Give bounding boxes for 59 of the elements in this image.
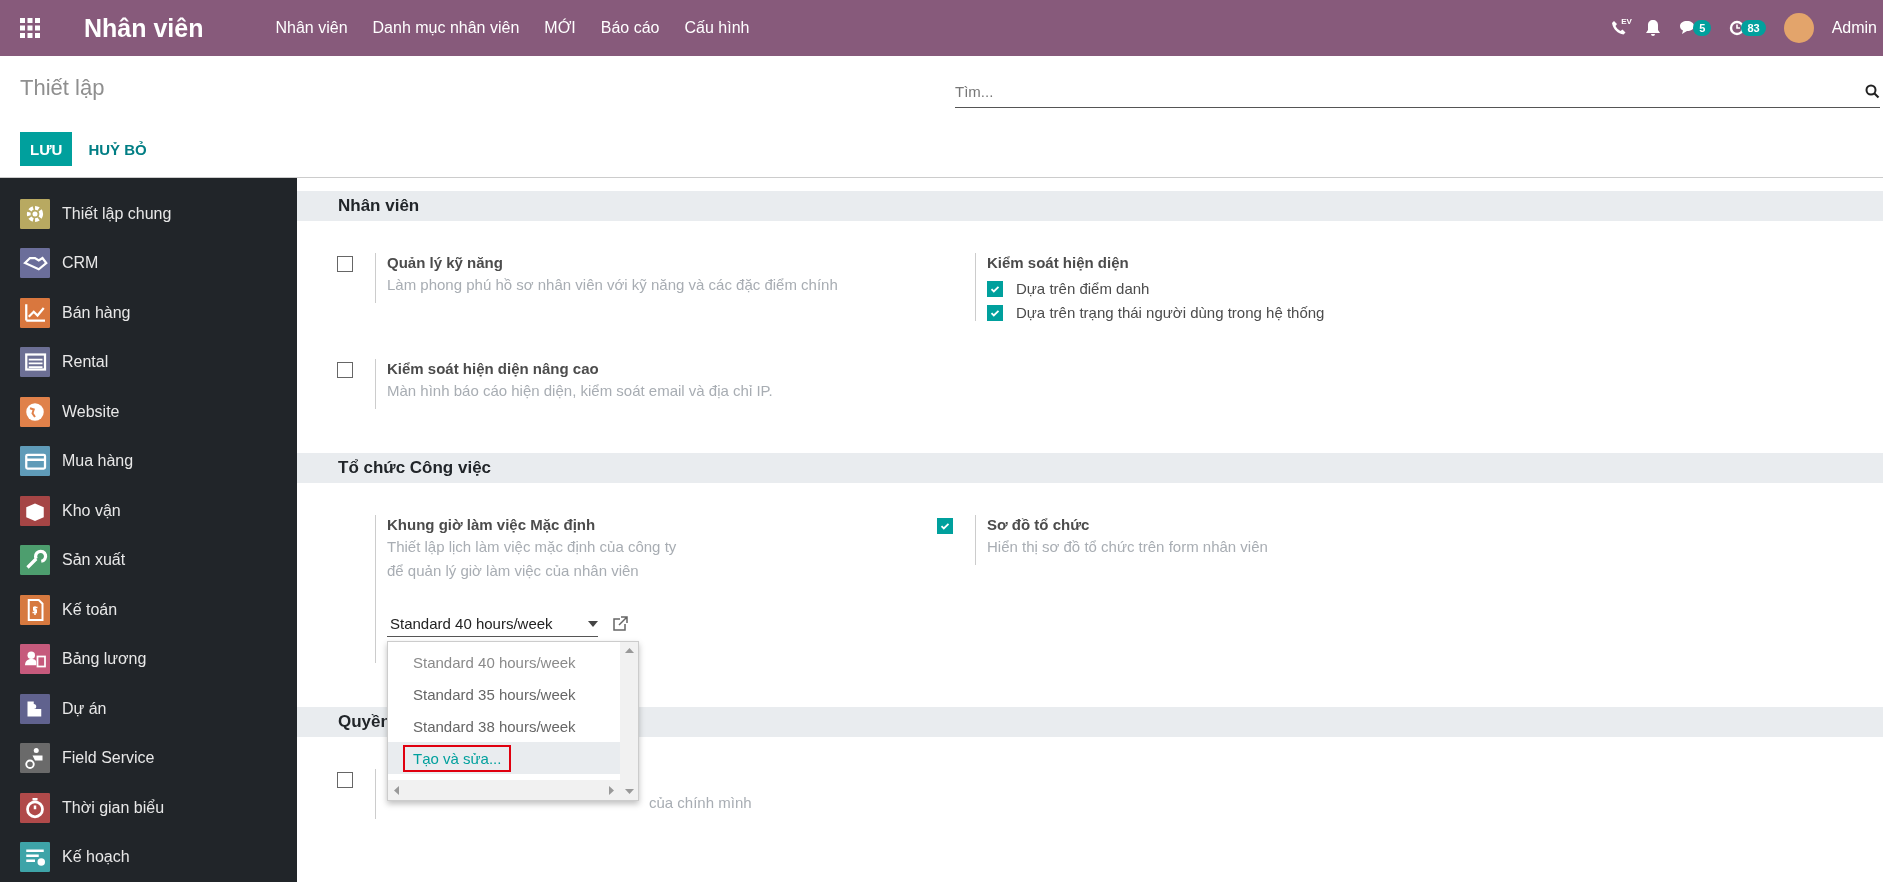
setting-description: Làm phong phú hồ sơ nhân viên với kỹ năng và các đặc điểm chính bbox=[387, 275, 838, 295]
sidebar-item[interactable]: Dự án bbox=[0, 684, 297, 734]
sidebar-item[interactable]: Thiết lập chung bbox=[0, 189, 297, 239]
sidebar-item[interactable]: CRM bbox=[0, 238, 297, 288]
dropdown-item[interactable]: Standard 40 hours/week bbox=[388, 646, 620, 678]
setting-title: Sơ đồ tổ chức bbox=[987, 515, 1091, 535]
sidebar-item[interactable]: Kế toán bbox=[0, 585, 297, 635]
checkbox[interactable] bbox=[937, 518, 953, 534]
sidebar-item[interactable]: Mua hàng bbox=[0, 436, 297, 486]
app-title: Nhân viên bbox=[84, 13, 204, 43]
checkbox[interactable] bbox=[337, 362, 353, 378]
menu-item[interactable]: MỚI bbox=[544, 19, 576, 37]
discard-button[interactable]: HUỶ BỎ bbox=[78, 132, 157, 166]
setting-title: Kiểm soát hiện diện bbox=[987, 253, 1130, 273]
user-name[interactable]: Admin bbox=[1831, 19, 1877, 37]
apps-menu-icon[interactable] bbox=[20, 18, 40, 38]
checkbox[interactable] bbox=[987, 304, 1003, 321]
message-count-badge: 5 bbox=[1693, 20, 1712, 36]
option-label: Dựa trên điểm danh bbox=[1016, 280, 1150, 297]
checkbox[interactable] bbox=[987, 280, 1003, 297]
sidebar-item[interactable]: Bảng lương bbox=[0, 634, 297, 684]
field-value: Standard 40 hours/week bbox=[390, 615, 553, 632]
sidebar-item[interactable]: Field Service bbox=[0, 733, 297, 783]
sidebar-item[interactable]: Sản xuất bbox=[0, 535, 297, 585]
setting-title: Khung giờ làm việc Mặc định bbox=[387, 515, 597, 535]
sidebar-item[interactable]: Thời gian biểu bbox=[0, 783, 297, 833]
setting-title: Kiểm soát hiện diện nâng cao bbox=[387, 359, 600, 379]
setting-description: để quản lý giờ làm việc của nhân viên bbox=[387, 561, 640, 581]
option-label: Dựa trên trạng thái người dùng trong hệ thống bbox=[1016, 304, 1325, 321]
sidebar-item[interactable]: Kho vận bbox=[0, 486, 297, 536]
setting-description: Hiển thị sơ đồ tổ chức trên form nhân viên bbox=[987, 537, 1268, 557]
sidebar-item[interactable]: Rental bbox=[0, 337, 297, 387]
setting-title: Quản lý kỹ năng bbox=[387, 253, 504, 273]
activity-count-badge: 83 bbox=[1741, 20, 1766, 36]
sidebar-item[interactable]: Kế hoạch bbox=[0, 832, 297, 882]
menu-item[interactable]: Cấu hình bbox=[684, 19, 750, 37]
menu-item[interactable]: Nhân viên bbox=[275, 19, 348, 37]
setting-description: của chính mình bbox=[649, 793, 752, 813]
setting-description: Màn hình báo cáo hiện diện, kiểm soát email và địa chỉ IP. bbox=[387, 381, 773, 401]
phone-label: EV bbox=[1621, 17, 1632, 26]
dropdown-item[interactable]: Standard 38 hours/week bbox=[388, 710, 620, 742]
external-link-icon[interactable] bbox=[612, 616, 628, 632]
menu-item[interactable]: Danh mục nhân viên bbox=[372, 19, 520, 37]
page-title: Thiết lập bbox=[20, 75, 106, 101]
section-title: Nhân viên bbox=[337, 196, 420, 216]
sidebar-item[interactable]: Bán hàng bbox=[0, 288, 297, 338]
caret-icon[interactable] bbox=[588, 620, 598, 627]
sidebar-item[interactable]: Website bbox=[0, 387, 297, 437]
setting-description: Thiết lập lịch làm việc mặc định của công ty bbox=[387, 537, 677, 557]
section-title: Tổ chức Công việc bbox=[337, 458, 492, 478]
bell-icon[interactable] bbox=[1645, 19, 1662, 37]
checkbox[interactable] bbox=[337, 256, 353, 272]
search-icon[interactable] bbox=[1865, 84, 1880, 99]
search-field[interactable]: Tìm... bbox=[955, 83, 1865, 100]
dropdown-item[interactable]: Standard 35 hours/week bbox=[388, 678, 620, 710]
avatar[interactable] bbox=[1783, 13, 1814, 43]
select-field[interactable]: Standard 40 hours/week bbox=[387, 611, 598, 637]
checkbox[interactable] bbox=[337, 772, 353, 788]
menu-item[interactable]: Báo cáo bbox=[600, 19, 660, 37]
